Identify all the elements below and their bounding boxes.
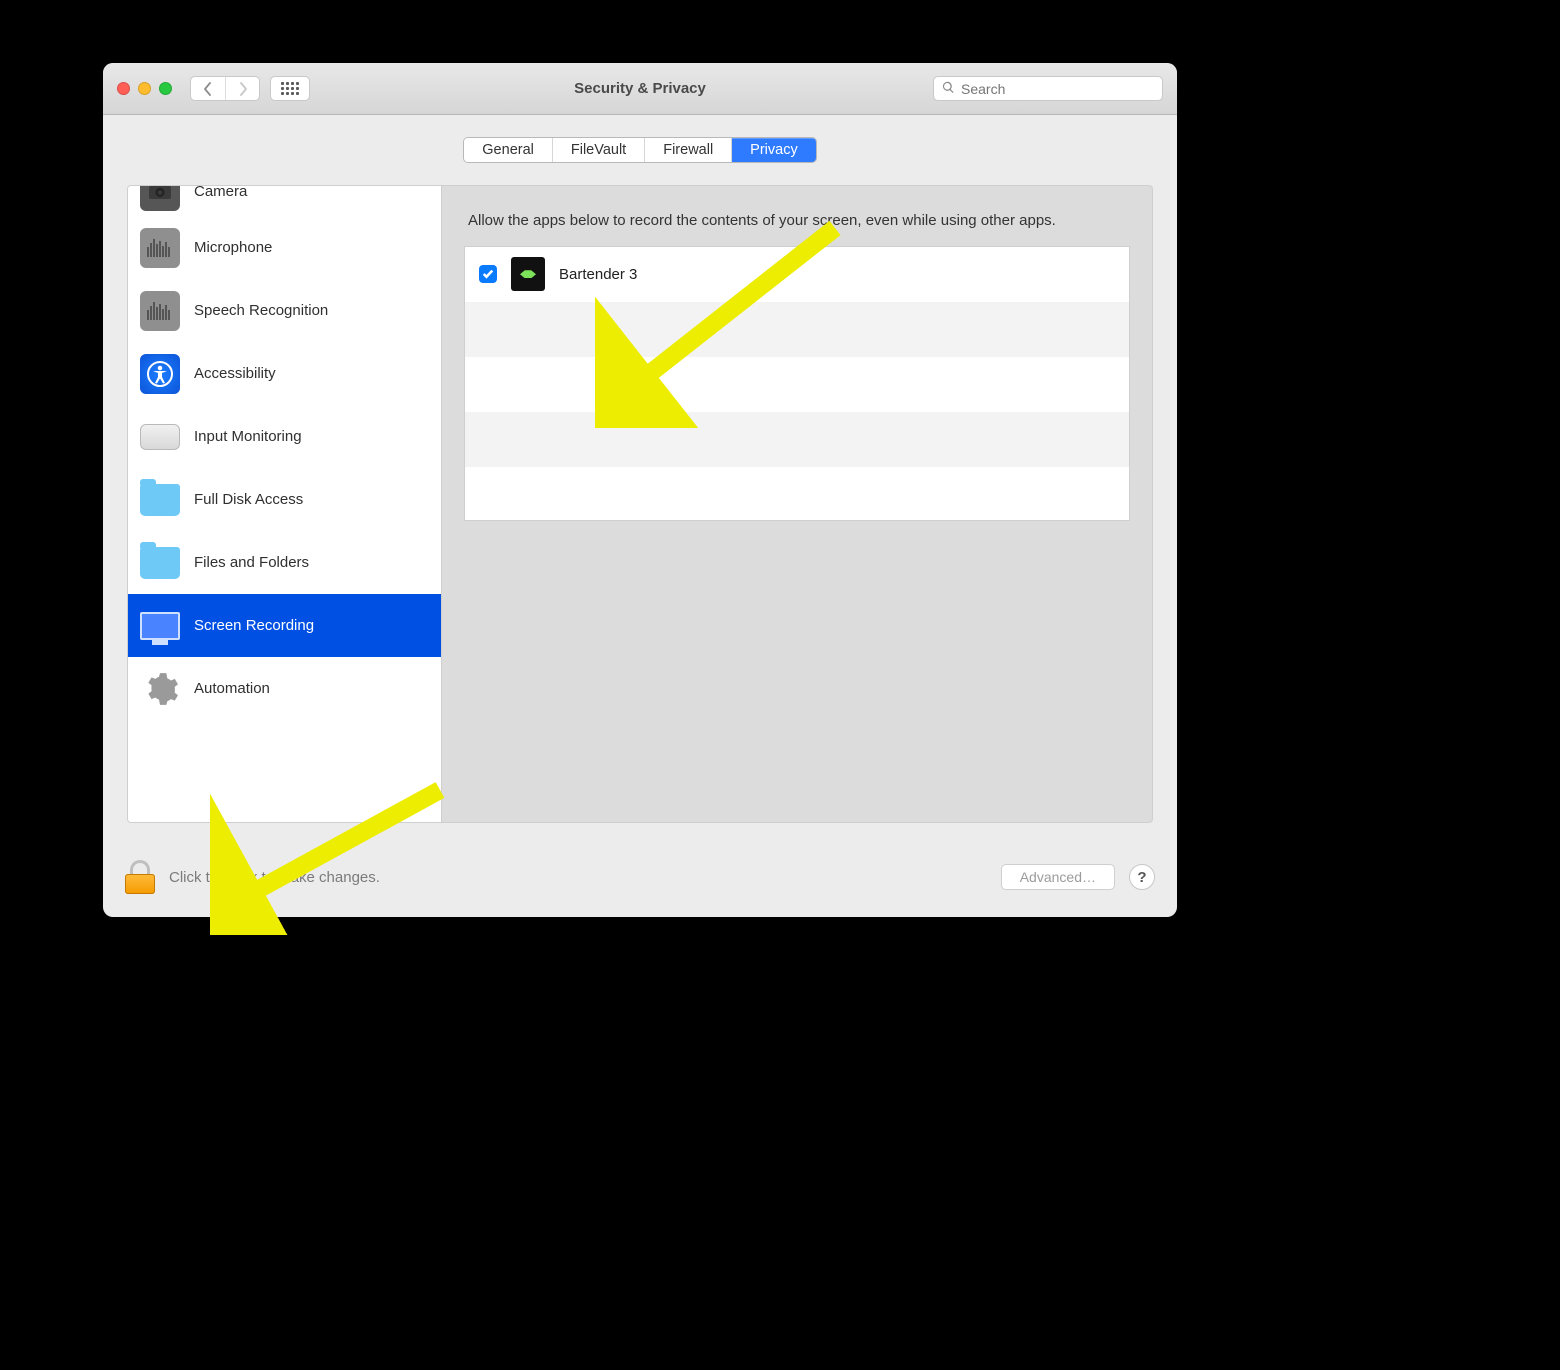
- sidebar-item-label: Automation: [194, 680, 270, 697]
- footer: Click the lock to make changes. Advanced…: [103, 837, 1177, 917]
- advanced-button[interactable]: Advanced…: [1001, 864, 1115, 890]
- sidebar-item-label: Accessibility: [194, 365, 276, 382]
- minimize-button[interactable]: [138, 82, 151, 95]
- accessibility-icon: [140, 354, 180, 394]
- sidebar-item-camera[interactable]: Camera: [128, 186, 441, 216]
- tab-general[interactable]: General: [464, 138, 552, 162]
- lock-label: Click the lock to make changes.: [169, 869, 380, 886]
- folder-icon: [140, 547, 180, 579]
- display-icon: [140, 612, 180, 640]
- folder-icon: [140, 484, 180, 516]
- sidebar-item-files-and-folders[interactable]: Files and Folders: [128, 531, 441, 594]
- app-row-empty: [465, 467, 1129, 522]
- app-checkbox[interactable]: [479, 265, 497, 283]
- permission-description: Allow the apps below to record the conte…: [468, 210, 1126, 232]
- detail-pane: Allow the apps below to record the conte…: [442, 186, 1152, 822]
- sidebar-item-label: Files and Folders: [194, 554, 309, 571]
- camera-icon: [140, 186, 180, 211]
- content-frame: Camera Microphone: [127, 185, 1153, 823]
- sidebar-item-full-disk-access[interactable]: Full Disk Access: [128, 468, 441, 531]
- system-preferences-window: Security & Privacy General FileVault Fir…: [103, 63, 1177, 917]
- app-icon: [511, 257, 545, 291]
- privacy-category-list[interactable]: Camera Microphone: [128, 186, 442, 822]
- sidebar-item-speech-recognition[interactable]: Speech Recognition: [128, 279, 441, 342]
- sidebar-item-screen-recording[interactable]: Screen Recording: [128, 594, 441, 657]
- show-all-button[interactable]: [270, 76, 310, 101]
- tab-firewall[interactable]: Firewall: [644, 138, 731, 162]
- app-name: Bartender 3: [559, 266, 637, 283]
- close-button[interactable]: [117, 82, 130, 95]
- tab-privacy[interactable]: Privacy: [731, 138, 816, 162]
- sidebar-item-label: Camera: [194, 186, 247, 200]
- grid-icon: [281, 82, 299, 95]
- app-row[interactable]: Bartender 3: [465, 247, 1129, 302]
- sidebar-item-accessibility[interactable]: Accessibility: [128, 342, 441, 405]
- sidebar-item-automation[interactable]: Automation: [128, 657, 441, 720]
- app-row-empty: [465, 357, 1129, 412]
- traffic-lights: [117, 82, 172, 95]
- app-row-empty: [465, 302, 1129, 357]
- search-icon: [942, 81, 955, 97]
- speech-icon: [140, 291, 180, 331]
- gear-icon: [140, 669, 180, 709]
- sidebar-item-input-monitoring[interactable]: Input Monitoring: [128, 405, 441, 468]
- tab-bar: General FileVault Firewall Privacy: [103, 115, 1177, 185]
- titlebar: Security & Privacy: [103, 63, 1177, 115]
- sidebar-item-label: Microphone: [194, 239, 272, 256]
- sidebar-item-label: Speech Recognition: [194, 302, 328, 319]
- forward-button[interactable]: [225, 77, 259, 100]
- microphone-icon: [140, 228, 180, 268]
- search-field[interactable]: [933, 76, 1163, 101]
- app-permission-table: Bartender 3: [464, 246, 1130, 521]
- tab-filevault[interactable]: FileVault: [552, 138, 644, 162]
- help-button[interactable]: ?: [1129, 864, 1155, 890]
- tab-group: General FileVault Firewall Privacy: [463, 137, 816, 163]
- keyboard-icon: [140, 424, 180, 450]
- sidebar-item-microphone[interactable]: Microphone: [128, 216, 441, 279]
- back-button[interactable]: [191, 77, 225, 100]
- zoom-button[interactable]: [159, 82, 172, 95]
- lock-icon[interactable]: [125, 860, 155, 894]
- sidebar-item-label: Input Monitoring: [194, 428, 302, 445]
- search-input[interactable]: [961, 81, 1154, 97]
- navigation-group: [190, 76, 260, 101]
- sidebar-item-label: Screen Recording: [194, 617, 314, 634]
- sidebar-item-label: Full Disk Access: [194, 491, 303, 508]
- app-row-empty: [465, 412, 1129, 467]
